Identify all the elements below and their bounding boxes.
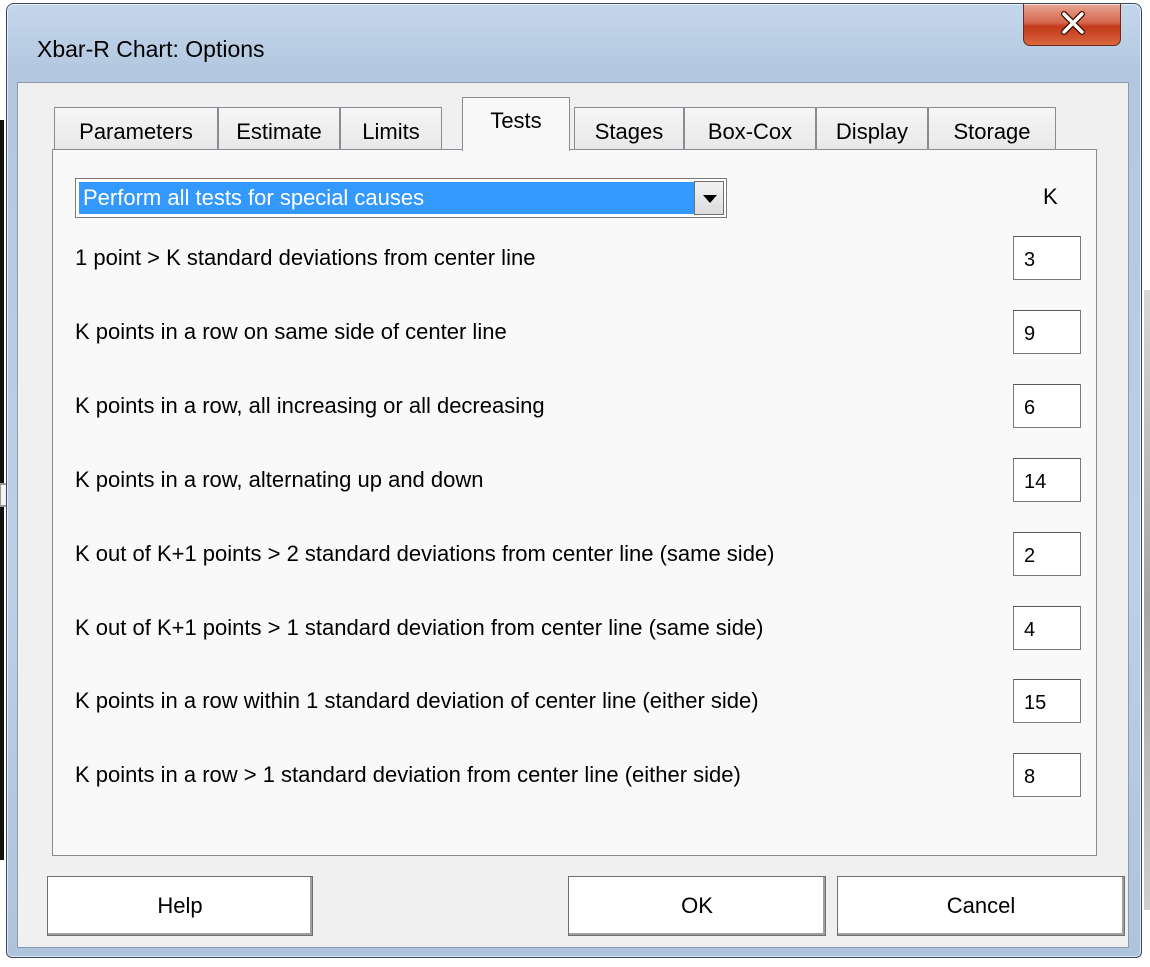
test-4-label: K points in a row, alternating up and do… xyxy=(75,467,484,492)
dialog-window: Xbar-R Chart: Options Parameters Estimat… xyxy=(6,3,1142,958)
window-title: Xbar-R Chart: Options xyxy=(37,36,265,62)
help-button-label: Help xyxy=(157,893,203,918)
tab-label: Parameters xyxy=(79,118,193,144)
test-8-k-field[interactable] xyxy=(1013,753,1081,797)
tab-label: Display xyxy=(835,118,909,144)
tab-tests[interactable]: Tests xyxy=(462,97,570,151)
test-1-label: 1 point > K standard deviations from cen… xyxy=(75,245,536,270)
dialog-client-area: Parameters Estimate Limits Tests Stages … xyxy=(17,82,1129,948)
test-7-k-field[interactable] xyxy=(1013,679,1081,723)
help-button[interactable]: Help xyxy=(47,876,313,936)
test-2-label: K points in a row on same side of center… xyxy=(75,319,507,344)
chevron-down-icon xyxy=(703,195,717,203)
background-edge-right xyxy=(1144,290,1150,910)
dropdown-button[interactable] xyxy=(694,181,724,215)
test-mode-selected-value: Perform all tests for special causes xyxy=(79,182,695,214)
tab-label: Tests xyxy=(490,108,542,133)
tab-display[interactable]: Display xyxy=(816,107,928,149)
tab-label: Limits xyxy=(362,118,420,144)
title-bar: Xbar-R Chart: Options xyxy=(7,4,1141,84)
tab-label: Storage xyxy=(953,118,1031,144)
test-6-k-field[interactable] xyxy=(1013,606,1081,650)
tab-label: Stages xyxy=(594,118,664,144)
tab-label: Box-Cox xyxy=(707,118,793,144)
test-6-label: K out of K+1 points > 1 standard deviati… xyxy=(75,615,764,640)
test-1-k-field[interactable] xyxy=(1013,236,1081,280)
tab-box-cox[interactable]: Box-Cox xyxy=(684,107,816,149)
cancel-button-label: Cancel xyxy=(946,893,1016,918)
close-icon xyxy=(1061,11,1085,35)
tab-label: Estimate xyxy=(236,118,322,144)
tab-estimate[interactable]: Estimate xyxy=(218,107,340,149)
test-mode-select[interactable]: Perform all tests for special causes xyxy=(75,178,727,218)
test-7-label: K points in a row within 1 standard devi… xyxy=(75,688,759,713)
test-2-k-field[interactable] xyxy=(1013,310,1081,354)
ok-button[interactable]: OK xyxy=(568,876,826,936)
tests-panel: Perform all tests for special causes K 1… xyxy=(52,149,1097,856)
test-8-label: K points in a row > 1 standard deviation… xyxy=(75,762,741,787)
test-5-label: K out of K+1 points > 2 standard deviati… xyxy=(75,541,775,566)
close-button[interactable] xyxy=(1023,4,1121,46)
test-3-k-field[interactable] xyxy=(1013,384,1081,428)
tab-parameters[interactable]: Parameters xyxy=(54,107,218,149)
tab-stages[interactable]: Stages xyxy=(574,107,684,149)
cancel-button[interactable]: Cancel xyxy=(837,876,1125,936)
tab-storage[interactable]: Storage xyxy=(928,107,1056,149)
tab-limits[interactable]: Limits xyxy=(340,107,442,149)
ok-button-label: OK xyxy=(681,893,713,918)
k-column-header: K xyxy=(1043,184,1058,209)
test-4-k-field[interactable] xyxy=(1013,458,1081,502)
test-5-k-field[interactable] xyxy=(1013,532,1081,576)
test-3-label: K points in a row, all increasing or all… xyxy=(75,393,545,418)
